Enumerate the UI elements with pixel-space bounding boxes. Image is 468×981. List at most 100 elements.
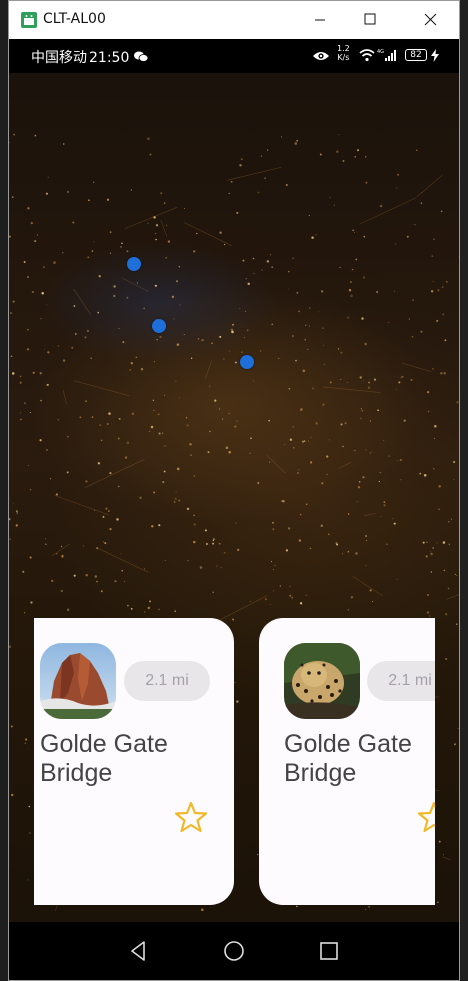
city-light: [44, 538, 46, 540]
city-light: [292, 426, 294, 428]
city-light: [27, 328, 29, 331]
city-light: [30, 221, 33, 225]
city-light: [29, 832, 31, 834]
city-light: [108, 510, 110, 512]
city-light: [300, 408, 303, 411]
place-card[interactable]: 2.1 mi Golde Gate Bridge: [34, 618, 234, 905]
map-marker-2[interactable]: [152, 319, 166, 333]
favorite-star-icon[interactable]: [417, 800, 435, 834]
map-view[interactable]: 2.1 mi Golde Gate Bridge 2.1 mi Golde Ga…: [9, 73, 459, 922]
city-light: [365, 908, 367, 910]
city-light: [39, 372, 42, 375]
city-light: [361, 317, 364, 320]
city-light: [105, 507, 108, 510]
city-light: [27, 464, 29, 466]
minimize-icon[interactable]: [297, 1, 343, 39]
city-light: [287, 527, 291, 530]
city-light: [355, 258, 358, 261]
city-light: [193, 523, 196, 526]
city-light: [408, 318, 410, 320]
city-light: [212, 539, 214, 542]
city-light: [253, 380, 254, 382]
city-light: [415, 149, 418, 151]
map-marker-3[interactable]: [240, 355, 254, 369]
city-light: [453, 460, 456, 464]
window-titlebar[interactable]: CLT-AL00: [9, 1, 459, 39]
city-light: [87, 329, 89, 332]
city-light: [129, 369, 131, 371]
city-light: [299, 602, 303, 605]
city-light: [31, 290, 35, 294]
city-light: [412, 299, 414, 301]
home-icon[interactable]: [219, 936, 249, 966]
city-light: [451, 518, 453, 520]
favorite-star-icon[interactable]: [174, 800, 208, 834]
city-light: [305, 594, 307, 596]
city-light: [357, 485, 361, 489]
city-light: [193, 475, 196, 477]
city-light: [350, 294, 353, 298]
road-streak: [359, 197, 417, 225]
recent-apps-icon[interactable]: [314, 936, 344, 966]
city-light: [367, 386, 371, 389]
map-marker-1[interactable]: [127, 257, 141, 271]
road-streak: [323, 386, 381, 393]
city-light: [308, 214, 310, 216]
city-light: [164, 445, 166, 447]
city-light: [96, 580, 98, 583]
city-light: [153, 409, 155, 411]
place-title: Golde Gate Bridge: [284, 730, 412, 787]
city-light: [29, 556, 32, 559]
city-light: [118, 327, 120, 329]
city-light: [296, 291, 299, 294]
maximize-icon[interactable]: [347, 1, 393, 39]
city-light: [174, 497, 177, 500]
signal-4g-icon: 4G: [377, 49, 396, 61]
city-light: [271, 323, 273, 325]
city-light: [244, 310, 247, 312]
city-light: [438, 485, 441, 488]
road-streak: [45, 304, 48, 306]
city-light: [365, 181, 368, 184]
city-light: [295, 359, 297, 362]
city-light: [364, 342, 367, 346]
road-streak: [352, 575, 383, 596]
city-light: [161, 432, 164, 434]
city-light: [240, 158, 243, 161]
road-streak: [183, 222, 233, 247]
city-light: [320, 290, 324, 293]
city-light: [73, 305, 76, 307]
city-light: [430, 571, 433, 573]
city-light: [130, 607, 133, 610]
city-light: [163, 470, 166, 473]
city-light: [350, 281, 352, 283]
city-light: [267, 149, 269, 151]
city-light: [293, 446, 295, 449]
road-streak: [401, 362, 432, 372]
city-light: [396, 187, 398, 189]
city-light: [437, 901, 439, 903]
city-light: [34, 134, 37, 137]
city-light: [165, 224, 167, 226]
city-light: [397, 173, 399, 176]
city-light: [317, 311, 319, 313]
road-streak: [204, 360, 213, 380]
city-light: [155, 238, 157, 241]
city-light: [362, 476, 365, 479]
city-light: [365, 539, 368, 542]
close-icon[interactable]: [407, 1, 453, 39]
city-light: [91, 250, 94, 252]
city-light: [183, 334, 185, 336]
city-light: [298, 469, 300, 471]
place-card[interactable]: 2.1 mi Golde Gate Bridge: [259, 618, 435, 905]
city-light: [155, 233, 157, 235]
back-icon[interactable]: [124, 936, 154, 966]
road-streak: [442, 856, 451, 861]
city-light: [326, 473, 328, 476]
city-light: [28, 805, 31, 808]
city-light: [193, 540, 196, 544]
city-light: [24, 742, 27, 745]
city-light: [109, 471, 112, 475]
city-light: [323, 344, 324, 346]
city-light: [305, 324, 307, 327]
